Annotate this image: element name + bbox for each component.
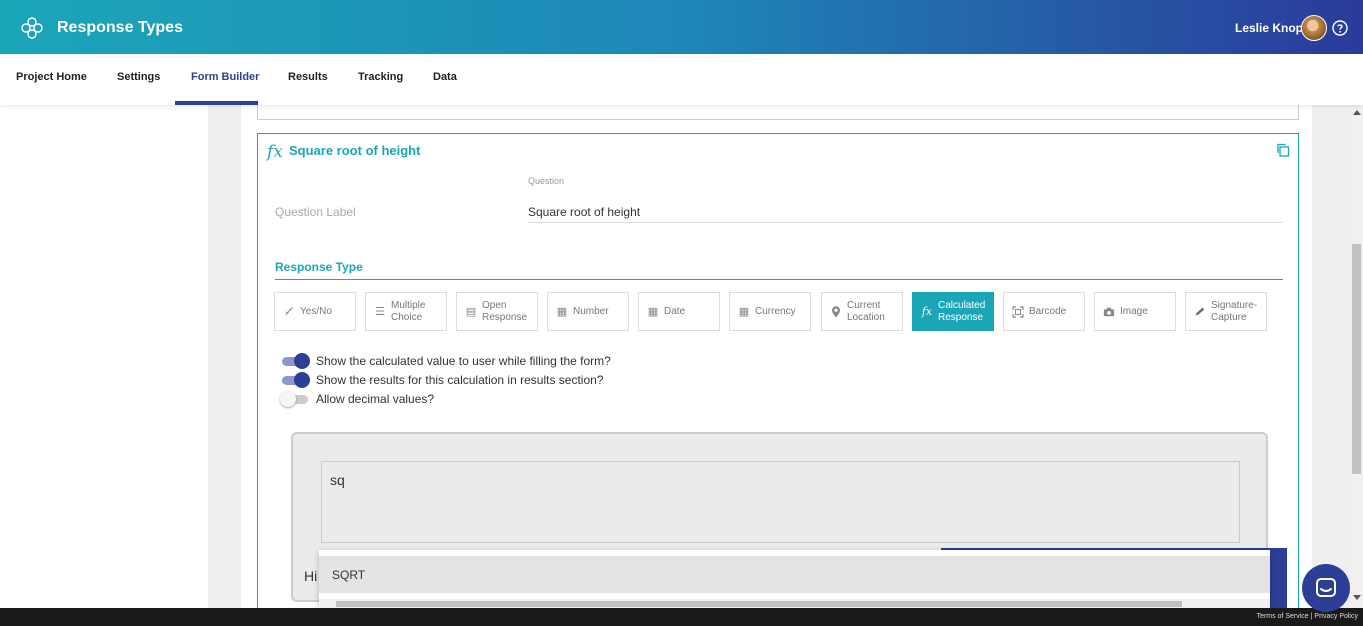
question-card-title[interactable]: Square root of height [289, 143, 420, 158]
response-type-image[interactable]: Image [1094, 292, 1176, 331]
tab-form-builder[interactable]: Form Builder [191, 71, 259, 83]
toggle-row-allow-decimal: Allow decimal values? [280, 391, 434, 407]
right-gutter [1312, 105, 1350, 608]
list-icon: ☰ [375, 306, 385, 318]
question-card: fx Square root of height Question Questi… [257, 133, 1299, 618]
toggle-label: Allow decimal values? [316, 392, 435, 406]
main-nav: Project Home Settings Form Builder Resul… [0, 54, 1363, 105]
toggle-label: Show the calculated value to user while … [316, 354, 611, 368]
barcode-icon [1012, 305, 1024, 318]
response-type-current-location[interactable]: Current Location [821, 292, 903, 331]
toggle-row-show-value: Show the calculated value to user while … [280, 353, 611, 369]
autocomplete-dropdown: SQRT [319, 550, 1270, 608]
response-type-yes-no[interactable]: ✓̸ Yes/No [274, 292, 356, 331]
toggle-label: Show the results for this calculation in… [316, 373, 604, 387]
calendar-icon: ▦ [647, 306, 659, 318]
privacy-link[interactable]: Privacy Policy [1314, 613, 1358, 620]
response-type-currency[interactable]: ▦ Currency [729, 292, 811, 331]
scroll-down-arrow-icon[interactable] [1353, 595, 1361, 600]
fx-icon: fx [921, 305, 933, 318]
calculator-icon: ▦ [738, 306, 750, 318]
dropdown-scrollbar-thumb[interactable] [336, 601, 1182, 607]
top-header: Response Types Leslie Knope [0, 0, 1363, 54]
tab-settings[interactable]: Settings [117, 71, 160, 83]
page-footer: Terms of Service | Privacy Policy [0, 608, 1363, 626]
yes-no-icon: ✓̸ [284, 306, 294, 318]
active-tab-indicator [175, 101, 258, 105]
scroll-up-arrow-icon[interactable] [1353, 110, 1361, 115]
flower-logo-icon[interactable] [20, 16, 44, 40]
help-circle-icon[interactable] [1332, 20, 1348, 36]
question-label-placeholder[interactable]: Question Label [275, 205, 356, 219]
app-title: Response Types [57, 19, 183, 36]
show-value-toggle[interactable] [280, 353, 310, 369]
copy-icon[interactable] [1276, 143, 1290, 157]
tab-data[interactable]: Data [433, 71, 457, 83]
page-scrollbar[interactable] [1350, 105, 1363, 608]
response-type-signature-capture[interactable]: Signature-Capture [1185, 292, 1267, 331]
formula-hint-text: Hi [304, 568, 318, 584]
response-type-calculated-response[interactable]: fx Calculated Response [912, 292, 994, 331]
footer-separator: | [1310, 613, 1313, 620]
tab-project-home[interactable]: Project Home [16, 71, 87, 83]
tab-tracking[interactable]: Tracking [358, 71, 403, 83]
chat-button[interactable] [1302, 564, 1350, 612]
fx-icon: fx [267, 142, 283, 162]
footer-links: Terms of Service | Privacy Policy [1257, 613, 1358, 620]
scrollbar-thumb[interactable] [1352, 244, 1361, 474]
dropdown-scrollbar[interactable] [319, 599, 1270, 608]
response-type-open-response[interactable]: ▤ Open Response [456, 292, 538, 331]
response-type-barcode[interactable]: Barcode [1003, 292, 1085, 331]
left-gutter [208, 105, 241, 608]
tab-results[interactable]: Results [288, 71, 328, 83]
allow-decimal-toggle[interactable] [280, 391, 310, 407]
question-input[interactable]: Square root of height [528, 202, 1283, 223]
response-type-number[interactable]: ▦ Number [547, 292, 629, 331]
avatar[interactable] [1301, 15, 1327, 41]
left-panel [0, 105, 208, 608]
pen-icon [1194, 306, 1206, 318]
text-box-icon: ▤ [465, 306, 477, 318]
response-type-date[interactable]: ▦ Date [638, 292, 720, 331]
user-name[interactable]: Leslie Knope [1235, 21, 1310, 35]
terms-link[interactable]: Terms of Service [1257, 613, 1309, 620]
autocomplete-item[interactable]: SQRT [319, 556, 1270, 593]
camera-icon [1103, 306, 1115, 318]
chat-icon [1316, 578, 1336, 597]
location-pin-icon [830, 305, 842, 318]
formula-input[interactable]: sq [321, 461, 1240, 543]
show-results-toggle[interactable] [280, 372, 310, 388]
calculator-icon: ▦ [556, 306, 568, 318]
response-type-multiple-choice[interactable]: ☰ Multiple Choice [365, 292, 447, 331]
response-type-heading: Response Type [275, 260, 363, 274]
toggle-row-show-results: Show the results for this calculation in… [280, 372, 603, 388]
question-field-label: Question [528, 176, 565, 186]
previous-question-card [257, 105, 1299, 120]
response-type-divider [275, 279, 1283, 280]
